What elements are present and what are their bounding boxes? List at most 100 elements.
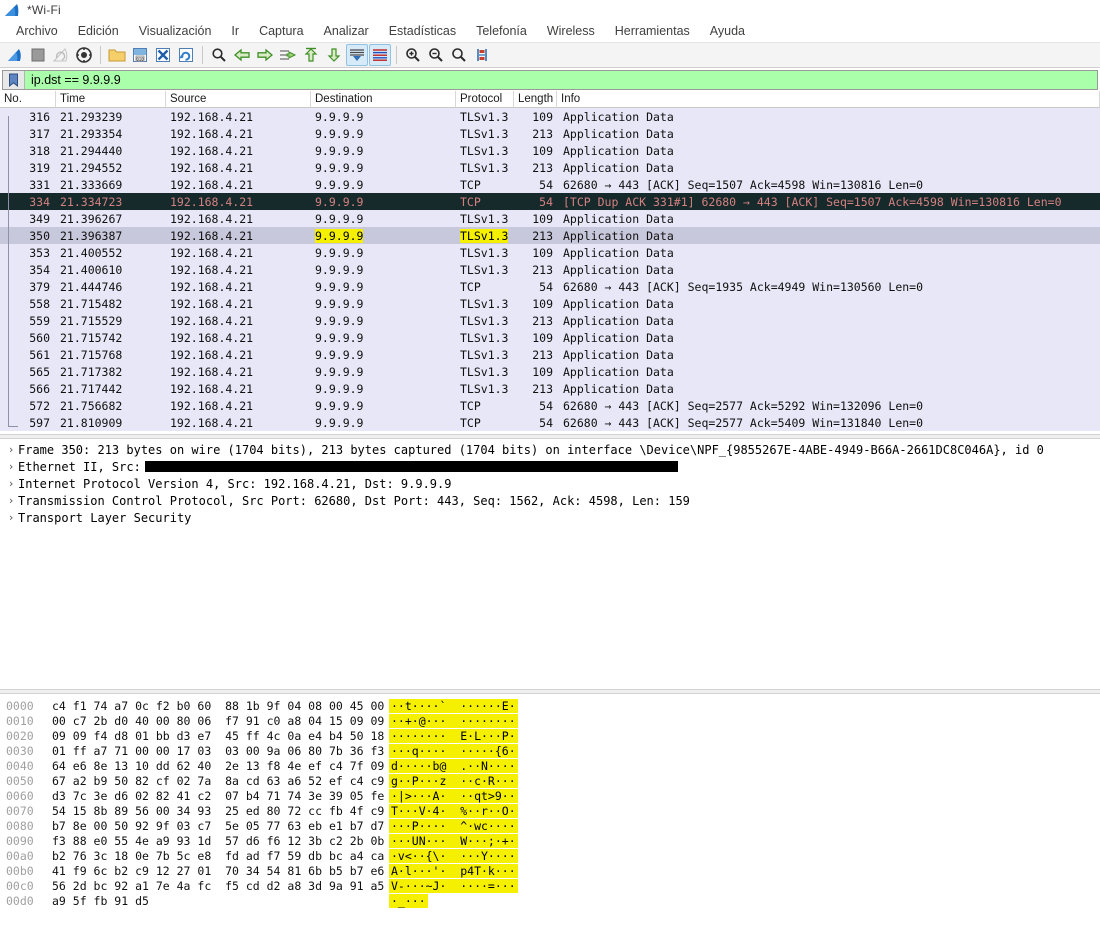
column-header-source[interactable]: Source [166, 91, 311, 107]
packet-row-331[interactable]: 331 21.333669 192.168.4.21 9.9.9.9 TCP 54 6268… [0, 176, 1100, 193]
packet-cell-dst: 9.9.9.9 [315, 126, 364, 141]
hex-row-0070[interactable]: 0070 54 15 8b 89 56 00 34 93 25 ed 80 72 … [0, 803, 1100, 818]
hex-row-00c0[interactable]: 00c0 56 2d bc 92 a1 7e 4a fc f5 cd d2 a8 … [0, 878, 1100, 893]
stop-capture-icon[interactable] [27, 44, 49, 66]
packet-row-350[interactable]: 350 21.396387 192.168.4.21 9.9.9.9 TLSv1.3 21… [0, 227, 1100, 244]
find-packet-icon[interactable] [208, 44, 230, 66]
menu-herramientas[interactable]: Herramientas [605, 22, 700, 40]
restart-capture-icon[interactable] [50, 44, 72, 66]
hex-row-00a0[interactable]: 00a0 b2 76 3c 18 0e 7b 5c e8 fd ad f7 59 … [0, 848, 1100, 863]
detail-row-0[interactable]: › Frame 350: 213 bytes on wire (1704 bits… [0, 441, 1100, 458]
menu-telefonia[interactable]: Telefonía [466, 22, 537, 40]
zoom-in-icon[interactable] [402, 44, 424, 66]
chevron-right-icon[interactable]: › [4, 443, 18, 456]
hex-row-0020[interactable]: 0020 09 09 f4 d8 01 bb d3 e7 45 ff 4c 0a … [0, 728, 1100, 743]
zoom-out-icon[interactable] [425, 44, 447, 66]
packet-row-566[interactable]: 566 21.717442 192.168.4.21 9.9.9.9 TLSv1.3 21… [0, 380, 1100, 397]
go-back-icon[interactable] [231, 44, 253, 66]
packet-row-561[interactable]: 561 21.715768 192.168.4.21 9.9.9.9 TLSv1.3 21… [0, 346, 1100, 363]
close-file-icon[interactable] [152, 44, 174, 66]
hex-row-0050[interactable]: 0050 67 a2 b9 50 82 cf 02 7a 8a cd 63 a6 … [0, 773, 1100, 788]
resize-columns-icon[interactable] [471, 44, 493, 66]
packet-cell-len: 213 [532, 160, 553, 175]
packet-row-354[interactable]: 354 21.400610 192.168.4.21 9.9.9.9 TLSv1.3 21… [0, 261, 1100, 278]
packet-bytes-pane[interactable]: 0000 c4 f1 74 a7 0c f2 b0 60 88 1b 9f 04 … [0, 694, 1100, 908]
chevron-right-icon[interactable]: › [4, 460, 18, 473]
open-file-icon[interactable] [106, 44, 128, 66]
column-header-no[interactable]: No. [0, 91, 56, 107]
chevron-right-icon[interactable]: › [4, 477, 18, 490]
packet-row-597[interactable]: 597 21.810909 192.168.4.21 9.9.9.9 TCP 54 6268… [0, 414, 1100, 431]
start-capture-icon[interactable] [4, 44, 26, 66]
hex-row-0000[interactable]: 0000 c4 f1 74 a7 0c f2 b0 60 88 1b 9f 04 … [0, 698, 1100, 713]
menu-visualizacion[interactable]: Visualización [129, 22, 222, 40]
packet-row-349[interactable]: 349 21.396267 192.168.4.21 9.9.9.9 TLSv1.3 10… [0, 210, 1100, 227]
packet-row-559[interactable]: 559 21.715529 192.168.4.21 9.9.9.9 TLSv1.3 21… [0, 312, 1100, 329]
hex-bytes: 09 09 f4 d8 01 bb d3 e7 45 ff 4c 0a e4 b… [52, 728, 385, 743]
column-header-length[interactable]: Length [514, 91, 557, 107]
packet-row-317[interactable]: 317 21.293354 192.168.4.21 9.9.9.9 TLSv1.3 21… [0, 125, 1100, 142]
packet-row-334[interactable]: 334 21.334723 192.168.4.21 9.9.9.9 TCP 54 [TCP… [0, 193, 1100, 210]
hex-row-00b0[interactable]: 00b0 41 f9 6c b2 c9 12 27 01 70 34 54 81 … [0, 863, 1100, 878]
hex-row-0060[interactable]: 0060 d3 7c 3e d6 02 82 41 c2 07 b4 71 74 … [0, 788, 1100, 803]
packet-row-558[interactable]: 558 21.715482 192.168.4.21 9.9.9.9 TLSv1.3 10… [0, 295, 1100, 312]
bookmark-icon[interactable] [3, 71, 25, 89]
hex-ascii: ·v<··{\· ···Y···· [389, 848, 518, 863]
detail-row-2[interactable]: › Internet Protocol Version 4, Src: 192.1… [0, 475, 1100, 492]
packet-list-body[interactable]: 316 21.293239 192.168.4.21 9.9.9.9 TLSv1.3 10… [0, 108, 1100, 431]
packet-list[interactable]: No. Time Source Destination Protocol Length In… [0, 91, 1100, 434]
hex-ascii: ···UN··· W···;·+· [389, 833, 518, 848]
chevron-right-icon[interactable]: › [4, 494, 18, 507]
detail-row-3[interactable]: › Transmission Control Protocol, Src Port… [0, 492, 1100, 509]
menu-wireless[interactable]: Wireless [537, 22, 605, 40]
packet-list-header[interactable]: No. Time Source Destination Protocol Length In… [0, 91, 1100, 108]
hex-offset: 0020 [6, 728, 34, 743]
hex-row-0030[interactable]: 0030 01 ff a7 71 00 00 17 03 03 00 9a 06 … [0, 743, 1100, 758]
hex-row-0010[interactable]: 0010 00 c7 2b d0 40 00 80 06 f7 91 c0 a8 … [0, 713, 1100, 728]
menu-estadisticas[interactable]: Estadísticas [379, 22, 466, 40]
menu-archivo[interactable]: Archivo [6, 22, 68, 40]
display-filter-input[interactable] [25, 71, 1097, 89]
zoom-reset-icon[interactable] [448, 44, 470, 66]
menu-captura[interactable]: Captura [249, 22, 313, 40]
packet-row-319[interactable]: 319 21.294552 192.168.4.21 9.9.9.9 TLSv1.3 21… [0, 159, 1100, 176]
go-first-packet-icon[interactable] [300, 44, 322, 66]
detail-row-4[interactable]: › Transport Layer Security [0, 509, 1100, 526]
go-last-packet-icon[interactable] [323, 44, 345, 66]
hex-row-0080[interactable]: 0080 b7 8e 00 50 92 9f 03 c7 5e 05 77 63 … [0, 818, 1100, 833]
packet-row-318[interactable]: 318 21.294440 192.168.4.21 9.9.9.9 TLSv1.3 10… [0, 142, 1100, 159]
hex-bytes: c4 f1 74 a7 0c f2 b0 60 88 1b 9f 04 08 0… [52, 698, 385, 713]
save-file-icon[interactable]: 010 [129, 44, 151, 66]
hex-row-0090[interactable]: 0090 f3 88 e0 55 4e a9 93 1d 57 d6 f6 12 … [0, 833, 1100, 848]
packet-cell-no: 566 [29, 381, 50, 396]
packet-row-572[interactable]: 572 21.756682 192.168.4.21 9.9.9.9 TCP 54 6268… [0, 397, 1100, 414]
packet-row-560[interactable]: 560 21.715742 192.168.4.21 9.9.9.9 TLSv1.3 10… [0, 329, 1100, 346]
go-forward-icon[interactable] [254, 44, 276, 66]
packet-cell-dst: 9.9.9.9 [311, 228, 456, 243]
column-header-protocol[interactable]: Protocol [456, 91, 514, 107]
menu-analizar[interactable]: Analizar [314, 22, 379, 40]
menu-ayuda[interactable]: Ayuda [700, 22, 755, 40]
menu-edicion[interactable]: Edición [68, 22, 129, 40]
packet-row-353[interactable]: 353 21.400552 192.168.4.21 9.9.9.9 TLSv1.3 10… [0, 244, 1100, 261]
capture-options-icon[interactable] [73, 44, 95, 66]
packet-row-379[interactable]: 379 21.444746 192.168.4.21 9.9.9.9 TCP 54 6268… [0, 278, 1100, 295]
column-header-time[interactable]: Time [56, 91, 166, 107]
packet-cell-proto: TLSv1.3 [460, 330, 509, 345]
colorize-packets-icon[interactable] [369, 44, 391, 66]
go-to-packet-icon[interactable] [277, 44, 299, 66]
menu-ir[interactable]: Ir [221, 22, 249, 40]
hex-row-0040[interactable]: 0040 64 e6 8e 13 10 dd 62 40 2e 13 f8 4e … [0, 758, 1100, 773]
chevron-right-icon[interactable]: › [4, 511, 18, 524]
packet-cell-src: 192.168.4.21 [170, 415, 254, 430]
detail-row-1[interactable]: › Ethernet II, Src: [0, 458, 1100, 475]
hex-ascii: T···V·4· %··r··O· [389, 803, 518, 818]
column-header-info[interactable]: Info [557, 91, 1100, 107]
hex-row-00d0[interactable]: 00d0 a9 5f fb 91 d5 ·_··· [0, 893, 1100, 908]
reload-file-icon[interactable] [175, 44, 197, 66]
packet-details-pane[interactable]: › Frame 350: 213 bytes on wire (1704 bits… [0, 439, 1100, 689]
packet-row-316[interactable]: 316 21.293239 192.168.4.21 9.9.9.9 TLSv1.3 10… [0, 108, 1100, 125]
packet-row-565[interactable]: 565 21.717382 192.168.4.21 9.9.9.9 TLSv1.3 10… [0, 363, 1100, 380]
column-header-destination[interactable]: Destination [311, 91, 456, 107]
auto-scroll-icon[interactable] [346, 44, 368, 66]
